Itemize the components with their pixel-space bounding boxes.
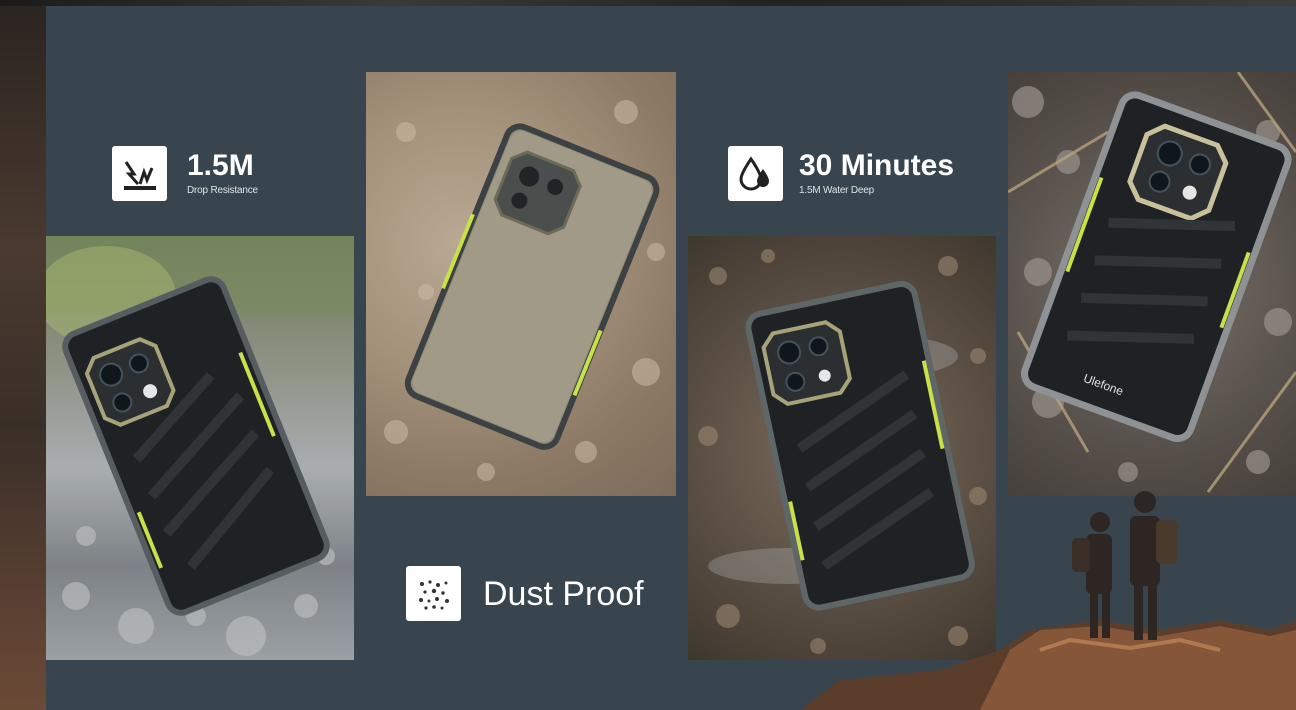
dust-icon xyxy=(406,566,461,621)
water-drop-icon xyxy=(728,146,783,201)
feature-drop-resistance: 1.5M Drop Resistance xyxy=(112,146,258,201)
feature-dust-proof: Dust Proof xyxy=(406,566,644,621)
water-subtitle: 1.5M Water Deep xyxy=(799,185,874,196)
feature-water-resistance: 30 Minutes 1.5M Water Deep xyxy=(728,146,954,201)
photo-phone-sand xyxy=(366,72,676,496)
drop-subtitle: Drop Resistance xyxy=(187,185,258,196)
dust-title: Dust Proof xyxy=(483,574,644,613)
drop-title: 1.5M xyxy=(187,149,254,182)
photo-phone-gravel xyxy=(46,236,354,660)
drop-impact-icon xyxy=(112,146,167,201)
left-edge-strip xyxy=(0,0,46,710)
water-title: 30 Minutes xyxy=(799,149,955,182)
hikers-on-rock xyxy=(800,480,1296,710)
photo-phone-rocks: Ulefone xyxy=(1008,72,1296,496)
